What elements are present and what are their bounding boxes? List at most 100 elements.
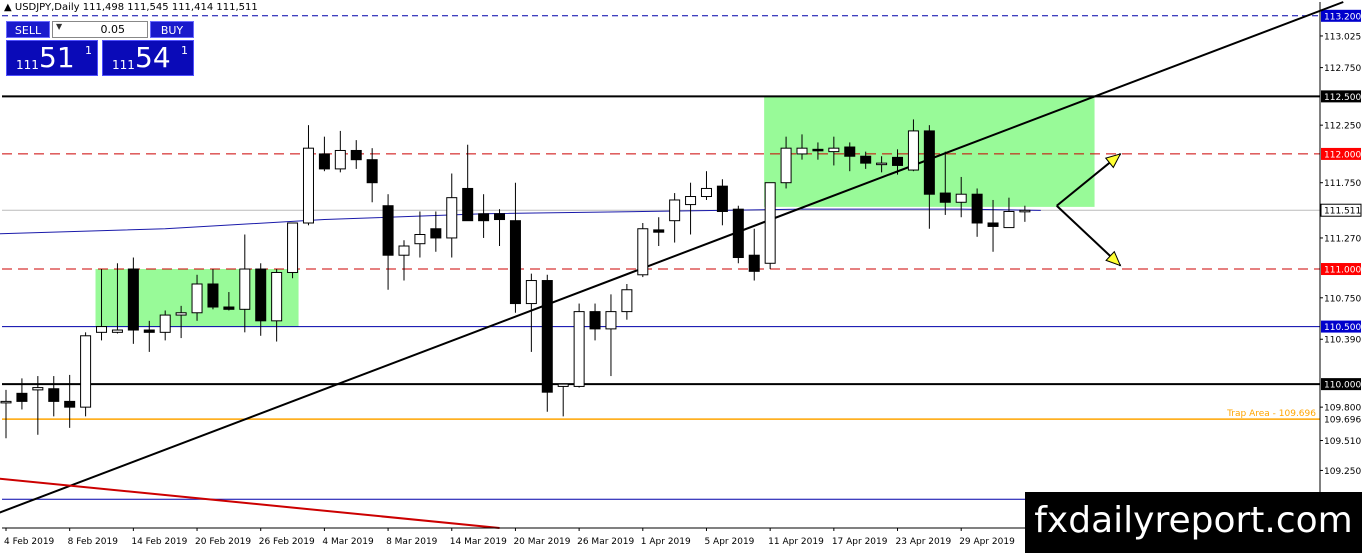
price-level-label: 111.000 <box>1324 266 1361 276</box>
time-tick-label: 14 Feb 2019 <box>131 537 187 547</box>
candle-body-bull <box>414 233 426 245</box>
price-tick-label: 109.250 <box>1324 467 1361 477</box>
candle-body-bull <box>191 283 203 314</box>
price-level-label: 110.500 <box>1324 323 1361 333</box>
candle-body-bear <box>987 222 999 227</box>
candlestick-chart[interactable]: 113.200 112.500 112.000 111.511 111.000 110.5… <box>0 0 1362 553</box>
candle-body-bull <box>271 271 283 322</box>
time-tick-label: 8 Mar 2019 <box>386 537 438 547</box>
candle-body-bear <box>653 229 665 233</box>
time-tick-label: 4 Mar 2019 <box>322 537 374 547</box>
one-click-trading-panel: SELL 0.05 ▼ BUY 111 51 1 111 54 1 <box>6 21 194 76</box>
price-level-label: 112.000 <box>1324 150 1361 160</box>
sell-price-pip: 1 <box>85 44 92 57</box>
candle-body-bear <box>127 268 139 331</box>
time-tick-label: 5 Apr 2019 <box>704 537 754 547</box>
price-tick-label: 112.750 <box>1324 64 1361 74</box>
candle-body-bull <box>907 130 919 171</box>
candle-body-bear <box>939 192 951 203</box>
buy-price-pip: 1 <box>181 44 188 57</box>
candle-body-bear <box>892 156 904 166</box>
price-level-label: 110.000 <box>1324 381 1361 391</box>
trap-area-annotation: Trap Area - 109.696 <box>1226 409 1316 419</box>
candle-body-bear <box>16 392 28 402</box>
candle-body-bear <box>541 280 553 393</box>
candle-body-bull <box>96 326 108 333</box>
candle-body-bull <box>111 329 123 333</box>
candle-body-bull <box>334 149 346 170</box>
sell-button[interactable]: SELL <box>6 21 50 38</box>
lot-dropdown-icon[interactable]: ▼ <box>56 22 62 31</box>
time-tick-label: 26 Feb 2019 <box>259 537 315 547</box>
time-tick-label: 29 Apr 2019 <box>959 537 1015 547</box>
candle-body-bull <box>0 400 12 404</box>
candle-body-bull <box>525 280 537 305</box>
buy-price-box[interactable]: 111 54 1 <box>102 40 194 76</box>
candle-body-bear <box>478 213 490 222</box>
candle-body-bull <box>876 162 888 166</box>
candle-body-bull <box>398 245 410 256</box>
candle-body-bear <box>207 283 219 308</box>
candle-body-bear <box>716 185 728 212</box>
candle-body-bull <box>621 289 633 313</box>
candle-body-bear <box>48 388 60 402</box>
candle-body-bull <box>796 147 808 155</box>
candle-body-bull <box>1019 209 1031 213</box>
candle-body-bull <box>1003 210 1015 229</box>
time-tick-label: 20 Feb 2019 <box>195 537 251 547</box>
candle-body-bull <box>573 311 585 387</box>
candle-body-bear <box>462 187 474 222</box>
candle <box>732 205 744 264</box>
candle-body-bear <box>732 208 744 259</box>
price-tick-label: 111.270 <box>1324 234 1361 244</box>
candle-body-bear <box>143 329 155 333</box>
candle-body-bear <box>64 400 76 408</box>
price-tick-label: 109.800 <box>1324 404 1361 414</box>
time-tick-label: 4 Feb 2019 <box>4 537 55 547</box>
time-tick-label: 14 Mar 2019 <box>450 537 507 547</box>
buy-button[interactable]: BUY <box>150 21 194 38</box>
candle-body-bull <box>446 197 458 239</box>
time-tick-label: 11 Apr 2019 <box>768 537 824 547</box>
candle-body-bull <box>302 147 314 224</box>
candle-body-bull <box>764 182 776 264</box>
candle-body-bear <box>255 268 267 322</box>
price-tick-label: 113.025 <box>1324 32 1361 42</box>
candle-body-bear <box>382 205 394 256</box>
price-level-label: 112.500 <box>1324 93 1361 103</box>
candle-body-bear <box>430 228 442 239</box>
time-tick-label: 17 Apr 2019 <box>832 537 888 547</box>
candle-body-bull <box>80 335 92 408</box>
candle <box>287 222 299 279</box>
candle-body-bear <box>223 306 235 310</box>
lot-size-input[interactable]: 0.05 <box>52 21 148 38</box>
watermark-logo: fxdailyreport.com <box>1025 492 1362 553</box>
buy-price-main: 54 <box>135 41 171 74</box>
time-tick-label: 20 Mar 2019 <box>513 537 570 547</box>
candle-body-bull <box>780 147 792 184</box>
candle-body-bull <box>669 199 681 222</box>
candle-body-bull <box>159 314 171 333</box>
candle-body-bull <box>685 196 697 206</box>
price-tick-label: 110.750 <box>1324 294 1361 304</box>
candle-body-bull <box>557 383 569 387</box>
candle-body-bull <box>32 387 44 391</box>
candle-body-bull <box>175 312 187 316</box>
sell-price-main: 51 <box>39 41 75 74</box>
candle <box>637 222 649 278</box>
time-tick-label: 8 Feb 2019 <box>68 537 119 547</box>
price-tick-label: 109.510 <box>1324 437 1361 447</box>
candle-body-bull <box>700 187 712 198</box>
candle <box>573 303 585 388</box>
candle-body-bear <box>923 130 935 195</box>
buy-price-prefix: 111 <box>112 58 135 72</box>
candle-body-bull <box>287 222 299 273</box>
price-level-label: 111.511 <box>1324 207 1361 217</box>
candle-body-bear <box>812 148 824 152</box>
candle <box>80 332 92 417</box>
candle-body-bear <box>350 149 362 161</box>
chart-title: ▲ USDJPY,Daily 111,498 111,545 111,414 1… <box>4 2 258 13</box>
candle-body-bull <box>605 311 617 330</box>
sell-price-box[interactable]: 111 51 1 <box>6 40 98 76</box>
candle-body-bear <box>318 153 330 170</box>
